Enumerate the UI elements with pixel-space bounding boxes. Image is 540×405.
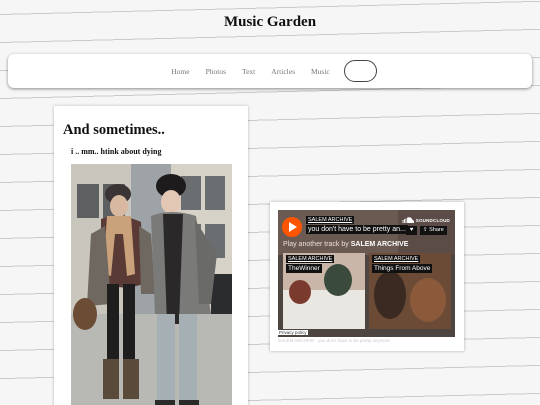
post-photo	[71, 164, 232, 405]
play-button[interactable]	[282, 217, 302, 237]
like-heart-icon[interactable]: ♥	[406, 226, 417, 235]
share-icon: ⇪	[423, 227, 428, 233]
top-navigation: Home Photos Text Articles Music	[8, 54, 532, 88]
nav-home[interactable]: Home	[171, 67, 189, 76]
share-label: Share	[429, 227, 444, 233]
nav-articles[interactable]: Articles	[271, 67, 295, 76]
post-title: And sometimes..	[63, 122, 165, 138]
site-title: Music Garden	[223, 14, 317, 30]
post-subtitle: i .. mm.. htink about dying	[71, 147, 162, 156]
nav-music[interactable]: Music	[311, 67, 330, 76]
play-another-prefix: Play another track by	[283, 241, 349, 248]
audio-post-card: SALEM ARCHIVE you don't have to be prett…	[270, 202, 464, 351]
rec-1-artist[interactable]: SALEM ARCHIVE	[286, 255, 335, 263]
recommended-track-1[interactable]: SALEM ARCHIVE TheWinner	[283, 253, 365, 329]
rec-2-artist[interactable]: SALEM ARCHIVE	[372, 255, 421, 263]
soundcloud-player: SALEM ARCHIVE you don't have to be prett…	[278, 210, 455, 337]
search-pill-button[interactable]	[343, 60, 377, 82]
play-another-artist: SALEM ARCHIVE	[350, 241, 409, 248]
privacy-policy-link[interactable]: Privacy policy	[278, 330, 308, 335]
rec-1-title[interactable]: TheWinner	[286, 264, 322, 273]
recommended-track-2[interactable]: SALEM ARCHIVE Things From Above	[369, 253, 451, 329]
soundcloud-cloud-icon	[402, 217, 414, 223]
soundcloud-brand-label: SOUNDCLOUD	[415, 217, 450, 223]
soundcloud-logo[interactable]: SOUNDCLOUD	[402, 217, 450, 223]
track-footer-link[interactable]: SALEM ARCHIVE · you don't have to be pre…	[278, 338, 390, 343]
share-button[interactable]: ⇪ Share	[420, 226, 447, 235]
track-title-link[interactable]: you don't have to be pretty an...	[306, 225, 408, 234]
track-artist-link[interactable]: SALEM ARCHIVE	[306, 216, 355, 224]
nav-text[interactable]: Text	[242, 67, 255, 76]
play-another-heading: Play another track by SALEM ARCHIVE	[283, 241, 408, 248]
nav-photos[interactable]: Photos	[206, 67, 226, 76]
text-post-card: And sometimes.. i .. mm.. htink about dy…	[54, 106, 248, 405]
rec-2-title[interactable]: Things From Above	[372, 264, 433, 273]
